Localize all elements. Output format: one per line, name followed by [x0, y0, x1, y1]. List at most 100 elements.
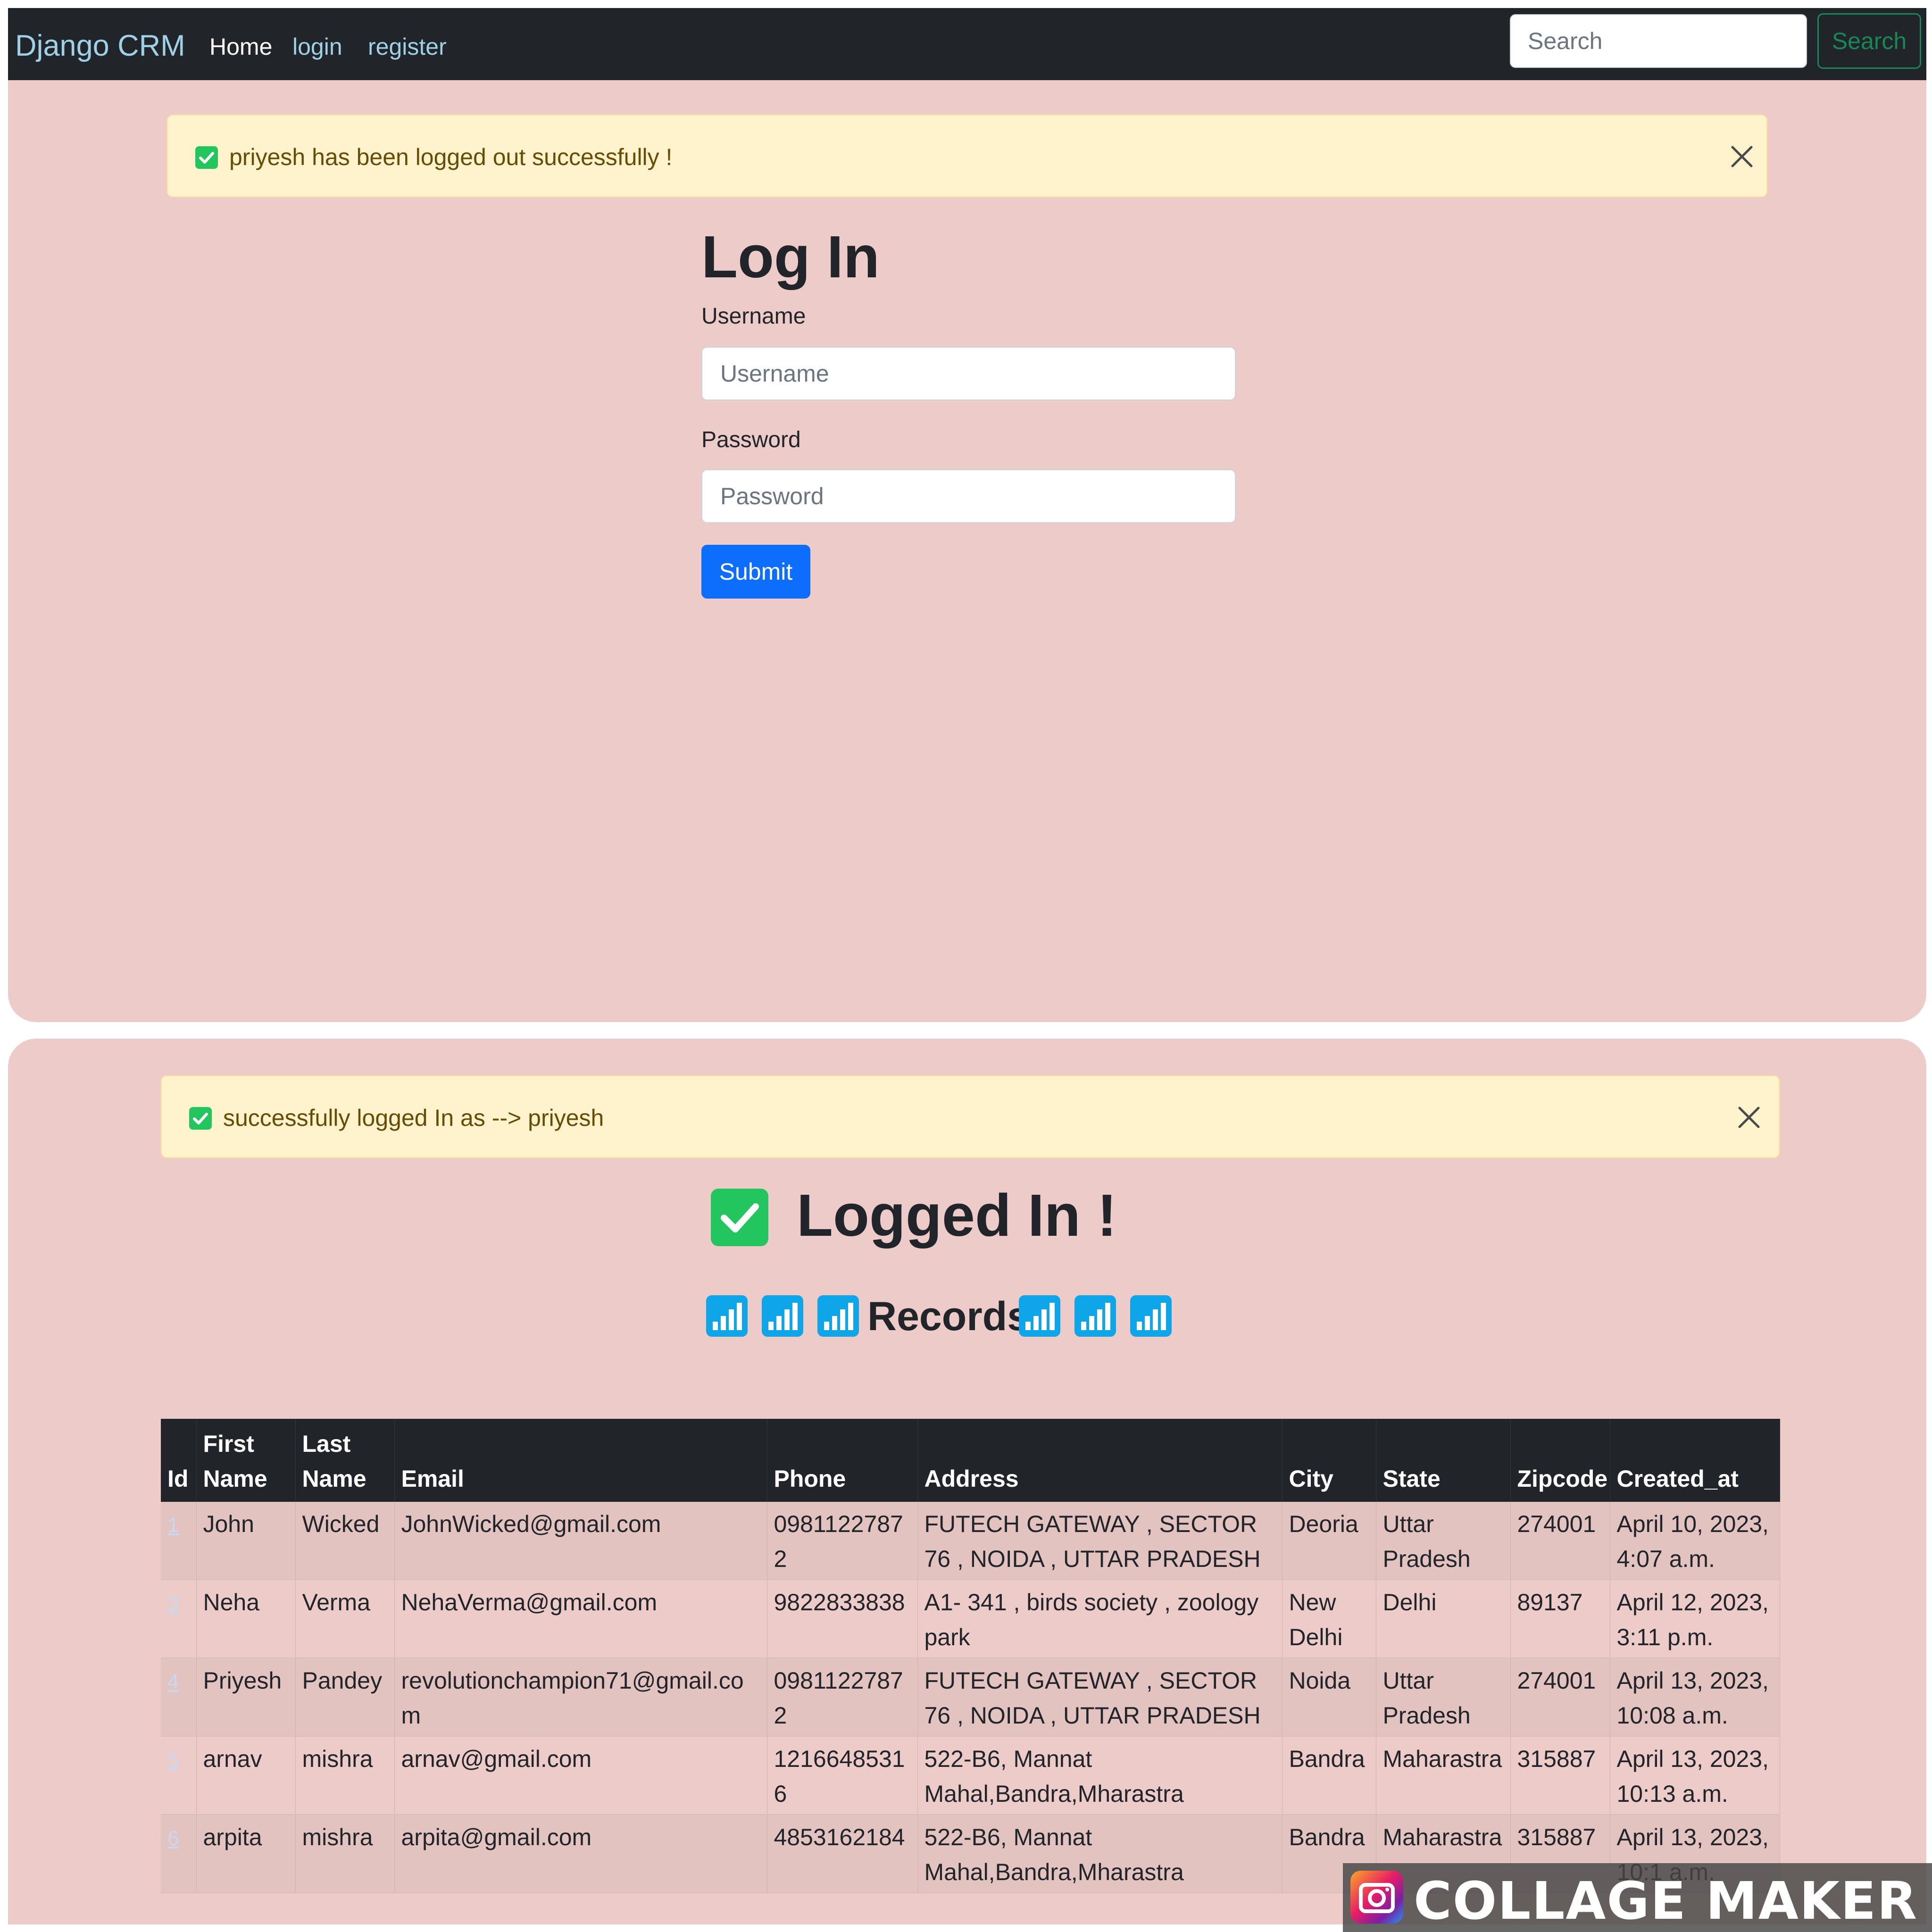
table-cell: Delhi [1376, 1580, 1511, 1658]
table-header-row: Id First Name Last Name Email Phone Addr… [161, 1419, 1780, 1502]
table-cell: mishra [295, 1815, 395, 1893]
alert-message: successfully logged In as --> priyesh [223, 1105, 604, 1131]
bar-chart-icon [706, 1295, 748, 1337]
table-cell: Verma [295, 1580, 395, 1658]
check-square-icon [195, 146, 218, 169]
column-header: First Name [196, 1419, 296, 1502]
bar-chart-icon [1130, 1295, 1172, 1337]
table-cell: April 12, 2023, 3:11 p.m. [1610, 1580, 1780, 1658]
table-cell: Wicked [295, 1502, 395, 1580]
column-header: Email [394, 1419, 767, 1502]
record-id-link[interactable]: 6 [167, 1827, 179, 1850]
table-cell: Noida [1282, 1658, 1376, 1737]
table-cell: arnav [196, 1736, 296, 1815]
table-cell: FUTECH GATEWAY , SECTOR 76 , NOIDA , UTT… [917, 1502, 1282, 1580]
navbar: Django CRM Home login register Search [8, 8, 1926, 80]
column-header: Last Name [295, 1419, 395, 1502]
table-cell: Deoria [1282, 1502, 1376, 1580]
table-cell: revolutionchampion71@gmail.com [394, 1658, 767, 1737]
id-cell: 1 [161, 1502, 197, 1580]
record-id-link[interactable]: 5 [167, 1749, 179, 1772]
record-id-link[interactable]: 3 [167, 1592, 179, 1615]
check-square-icon [711, 1189, 768, 1246]
table-cell: 315887 [1510, 1736, 1610, 1815]
records-page-screenshot: successfully logged In as --> priyesh Lo… [8, 1039, 1926, 1924]
column-header: Phone [767, 1419, 918, 1502]
submit-button[interactable]: Submit [701, 545, 810, 599]
bar-chart-icon [817, 1295, 859, 1337]
check-square-icon [189, 1107, 212, 1130]
table-cell: April 10, 2023, 4:07 a.m. [1610, 1502, 1780, 1580]
watermark-text: COLLAGE MAKER [1414, 1871, 1918, 1931]
column-header: Address [917, 1419, 1282, 1502]
records-table: Id First Name Last Name Email Phone Addr… [161, 1419, 1780, 1893]
page-title: Logged In ! [797, 1182, 1117, 1249]
bar-chart-icon [762, 1295, 803, 1337]
bar-chart-icon [1019, 1295, 1060, 1337]
table-cell: arpita [196, 1815, 296, 1893]
table-cell: April 13, 2023, 10:13 a.m. [1610, 1736, 1780, 1815]
id-cell: 5 [161, 1736, 197, 1815]
table-cell: 522-B6, Mannat Mahal,Bandra,Mharastra [917, 1815, 1282, 1893]
search-input[interactable] [1510, 14, 1807, 68]
close-icon[interactable] [1725, 140, 1758, 173]
table-row: 3 Neha Verma NehaVerma@gmail.com 9822833… [161, 1580, 1780, 1658]
table-cell: 89137 [1510, 1580, 1610, 1658]
logout-alert: priyesh has been logged out successfully… [167, 115, 1767, 197]
table-cell: mishra [295, 1736, 395, 1815]
table-row: 4 Priyesh Pandey revolutionchampion71@gm… [161, 1658, 1780, 1737]
table-cell: NehaVerma@gmail.com [394, 1580, 767, 1658]
table-row: 5 arnav mishra arnav@gmail.com 121664853… [161, 1736, 1780, 1815]
username-field[interactable] [701, 347, 1236, 400]
search-button[interactable]: Search [1817, 13, 1921, 69]
table-cell: April 13, 2023, 10:08 a.m. [1610, 1658, 1780, 1737]
login-page-screenshot: Django CRM Home login register Search pr… [8, 8, 1926, 1022]
table-cell: Uttar Pradesh [1376, 1502, 1511, 1580]
nav-link-register[interactable]: register [368, 33, 447, 60]
table-cell: 274001 [1510, 1658, 1610, 1737]
table-cell: John [196, 1502, 296, 1580]
table-cell: Uttar Pradesh [1376, 1658, 1511, 1737]
table-cell: 274001 [1510, 1502, 1610, 1580]
records-table-container: Id First Name Last Name Email Phone Addr… [161, 1419, 1780, 1893]
table-cell: FUTECH GATEWAY , SECTOR 76 , NOIDA , UTT… [917, 1658, 1282, 1737]
collage-app-icon [1350, 1871, 1403, 1924]
nav-link-login[interactable]: login [292, 33, 342, 60]
column-header: State [1376, 1419, 1511, 1502]
table-cell: 12166485316 [767, 1736, 918, 1815]
record-id-link[interactable]: 1 [167, 1514, 179, 1537]
table-cell: Pandey [295, 1658, 395, 1737]
table-cell: Bandra [1282, 1736, 1376, 1815]
record-id-link[interactable]: 4 [167, 1670, 179, 1693]
table-cell: arpita@gmail.com [394, 1815, 767, 1893]
id-cell: 4 [161, 1658, 197, 1737]
column-header: Id [161, 1419, 197, 1502]
table-cell: JohnWicked@gmail.com [394, 1502, 767, 1580]
nav-link-home[interactable]: Home [209, 33, 272, 60]
table-row: 1 John Wicked JohnWicked@gmail.com 09811… [161, 1502, 1780, 1580]
table-cell: New Delhi [1282, 1580, 1376, 1658]
table-cell: A1- 341 , birds society , zoology park [917, 1580, 1282, 1658]
bar-chart-icon [1074, 1295, 1116, 1337]
page-title: Log In [701, 224, 880, 290]
password-field[interactable] [701, 469, 1236, 523]
username-label: Username [701, 304, 806, 329]
table-cell: 9822833838 [767, 1580, 918, 1658]
login-alert: successfully logged In as --> priyesh [161, 1075, 1780, 1158]
table-cell: 4853162184 [767, 1815, 918, 1893]
table-cell: 09811227872 [767, 1502, 918, 1580]
table-cell: arnav@gmail.com [394, 1736, 767, 1815]
column-header: Zipcode [1510, 1419, 1610, 1502]
collage-maker-watermark: COLLAGE MAKER [1343, 1863, 1932, 1932]
table-cell: Priyesh [196, 1658, 296, 1737]
password-label: Password [701, 427, 801, 452]
table-cell: 522-B6, Mannat Mahal,Bandra,Mharastra [917, 1736, 1282, 1815]
navbar-brand[interactable]: Django CRM [15, 29, 185, 63]
records-heading: Records [867, 1294, 1030, 1339]
id-cell: 6 [161, 1815, 197, 1893]
column-header: Created_at [1610, 1419, 1780, 1502]
close-icon[interactable] [1732, 1101, 1765, 1134]
table-cell: 09811227872 [767, 1658, 918, 1737]
column-header: City [1282, 1419, 1376, 1502]
id-cell: 3 [161, 1580, 197, 1658]
